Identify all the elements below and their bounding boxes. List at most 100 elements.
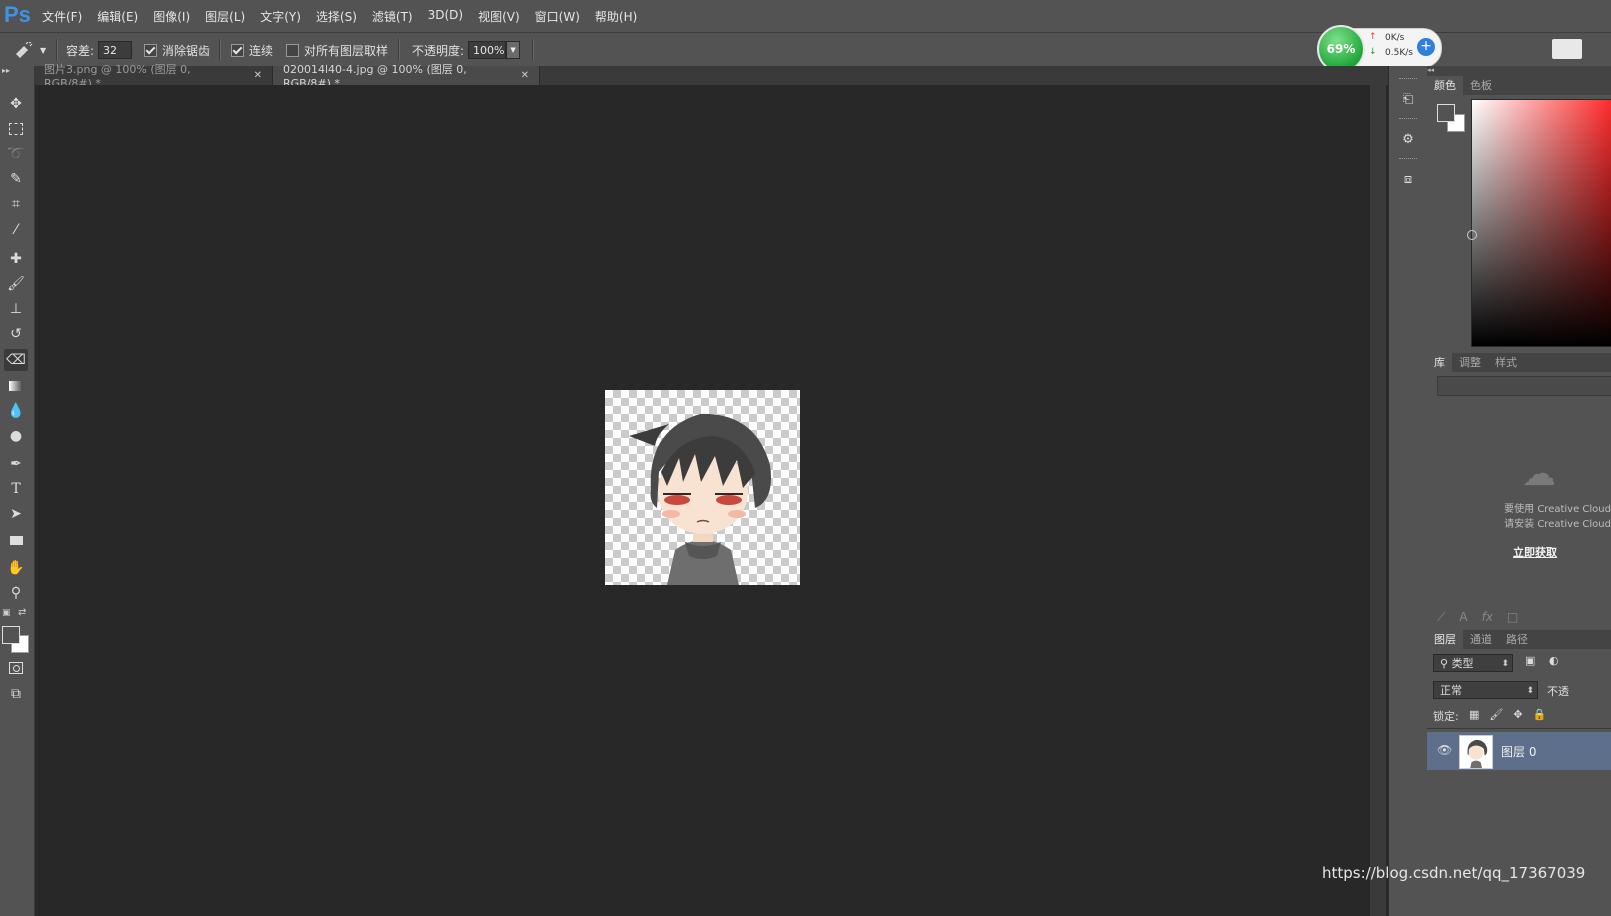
menu-items: 文件(F) 编辑(E) 图像(I) 图层(L) 文字(Y) 选择(S) 滤镜(T… — [42, 8, 652, 25]
sample-all-label: 对所有图层取样 — [304, 43, 389, 58]
add-icon[interactable]: + — [1417, 38, 1435, 56]
menu-type[interactable]: 文字(Y) — [260, 8, 301, 25]
download-arrow-icon: ↓ — [1369, 47, 1377, 57]
lock-position-icon[interactable]: ✥ — [1513, 708, 1522, 721]
blend-mode-dropdown[interactable]: 正常 — [1433, 681, 1538, 700]
quick-mask-icon[interactable] — [4, 657, 28, 679]
document-canvas[interactable] — [605, 390, 800, 585]
eye-icon[interactable]: 👁 — [1437, 743, 1452, 757]
adjustment-filter-icon[interactable]: ◐ — [1549, 654, 1559, 667]
lasso-tool-icon[interactable]: ➰ — [4, 143, 28, 165]
default-colors-icon[interactable]: ▣ — [2, 608, 11, 618]
watermark-url: https://blog.csdn.net/qq_17367039 — [1322, 864, 1586, 882]
get-creative-cloud-link[interactable]: 立即获取 — [1513, 544, 1557, 560]
menu-layer[interactable]: 图层(L) — [205, 8, 245, 25]
crop-tool-icon[interactable]: ⌗ — [4, 193, 28, 215]
tolerance-label: 容差: — [66, 43, 95, 58]
lock-label: 锁定: — [1433, 710, 1459, 723]
opacity-input[interactable]: 100% — [468, 41, 507, 59]
image-filter-icon[interactable]: ▣ — [1525, 654, 1535, 667]
antialias-check-box[interactable] — [144, 43, 157, 57]
contiguous-check-box[interactable] — [231, 43, 244, 57]
eraser-tool-icon[interactable]: ⌫ — [4, 349, 28, 371]
collapse-arrows-icon[interactable]: ◂◂ — [1427, 66, 1611, 76]
pen-tool-icon[interactable]: ✒ — [4, 453, 28, 475]
library-dropdown[interactable] — [1437, 376, 1611, 396]
hand-tool-icon[interactable]: ✋ — [4, 557, 28, 579]
tab-styles[interactable]: 样式 — [1488, 353, 1524, 372]
menu-image[interactable]: 图像(I) — [153, 8, 190, 25]
chevron-down-icon: ▼ — [40, 45, 47, 55]
color-picker-field[interactable] — [1467, 99, 1611, 347]
path-selection-tool-icon[interactable]: ➤ — [4, 503, 28, 525]
menu-view[interactable]: 视图(V) — [478, 8, 520, 25]
layer-thumbnail-image — [1460, 736, 1492, 768]
foreground-color-swatch[interactable] — [1437, 104, 1455, 122]
tab-channels[interactable]: 通道 — [1463, 630, 1499, 649]
dodge-tool-icon[interactable]: ● — [4, 425, 28, 447]
opacity-dropdown-button[interactable]: ▼ — [506, 41, 521, 59]
sample-all-check-box[interactable] — [286, 43, 299, 57]
workspace-switcher[interactable] — [1552, 39, 1582, 59]
menu-edit[interactable]: 编辑(E) — [97, 8, 138, 25]
close-icon[interactable]: ✕ — [521, 70, 529, 81]
square-icon[interactable]: □ — [1507, 610, 1518, 625]
history-panel-icon[interactable]: ⎗ — [1397, 88, 1419, 110]
menu-select[interactable]: 选择(S) — [316, 8, 357, 25]
clone-stamp-tool-icon[interactable]: ⊥ — [4, 298, 28, 320]
tab-color[interactable]: 颜色 — [1427, 76, 1463, 95]
tool-preset-picker[interactable]: ▼ — [14, 33, 46, 67]
tab-swatches[interactable]: 色板 — [1463, 76, 1499, 95]
menu-filter[interactable]: 滤镜(T) — [372, 8, 413, 25]
grip — [1399, 158, 1417, 161]
zoom-tool-icon[interactable]: ⚲ — [4, 582, 28, 604]
canvas-area[interactable] — [35, 85, 1388, 916]
marquee-tool-icon[interactable] — [4, 118, 28, 140]
foreground-color-swatch[interactable] — [2, 626, 20, 644]
color-picker-cursor[interactable] — [1467, 230, 1477, 240]
collapse-arrows-icon[interactable]: ▸▸ — [2, 66, 10, 75]
tolerance-input[interactable]: 32 — [98, 41, 133, 59]
vertical-scrollbar[interactable] — [1370, 85, 1386, 916]
lock-image-pixels-icon[interactable]: 🖌 — [1489, 708, 1503, 721]
close-icon[interactable]: ✕ — [254, 70, 262, 81]
menu-file[interactable]: 文件(F) — [42, 8, 82, 25]
lock-all-icon[interactable]: 🔒 — [1533, 708, 1547, 721]
tab-layers[interactable]: 图层 — [1427, 630, 1463, 649]
rectangle-tool-icon[interactable] — [4, 529, 28, 551]
swap-colors-icon[interactable]: ⇄ — [18, 607, 26, 618]
antialias-label: 消除锯齿 — [162, 43, 211, 58]
properties-panel-icon[interactable]: ⚙ — [1397, 128, 1419, 150]
menu-window[interactable]: 窗口(W) — [535, 8, 580, 25]
collapsed-panel-strip: ⎗ ⚙ ⧈ — [1388, 66, 1428, 916]
layer-row[interactable]: 👁 图层 0 — [1427, 732, 1611, 770]
fx-icon[interactable]: fx — [1482, 610, 1493, 625]
screen-mode-icon[interactable]: ⧉ — [4, 683, 28, 705]
network-speed-widget[interactable]: 69% ↑ ↓ 0K/s 0.5K/s + — [1317, 25, 1442, 73]
grip — [1399, 118, 1417, 121]
layer-name[interactable]: 图层 0 — [1501, 743, 1536, 760]
tab-library[interactable]: 库 — [1427, 353, 1452, 372]
divider — [219, 39, 221, 61]
eyedropper-tool-icon[interactable]: ⁄ — [4, 219, 28, 241]
history-brush-tool-icon[interactable]: ↺ — [4, 323, 28, 345]
paint-icon[interactable]: ⟋ — [1437, 610, 1445, 625]
blur-tool-icon[interactable]: 💧 — [4, 400, 28, 422]
move-tool-icon[interactable]: ✥ — [4, 93, 28, 115]
clone-source-panel-icon[interactable]: ⧈ — [1397, 168, 1419, 190]
menu-3d[interactable]: 3D(D) — [428, 8, 463, 25]
brush-tool-icon[interactable]: 🖌 — [4, 273, 28, 295]
lock-transparent-pixels-icon[interactable]: ▦ — [1469, 708, 1479, 721]
healing-brush-tool-icon[interactable]: ✚ — [4, 248, 28, 270]
text-style-icon[interactable]: A — [1459, 610, 1467, 625]
quick-selection-tool-icon[interactable]: ✎ — [4, 168, 28, 190]
tab-adjustments[interactable]: 调整 — [1452, 353, 1488, 372]
magic-eraser-icon — [16, 42, 33, 58]
gradient-tool-icon[interactable] — [4, 375, 28, 397]
document-tab[interactable]: 图片3.png @ 100% (图层 0, RGB/8#) * ✕ — [34, 63, 272, 90]
document-tab-active[interactable]: 020014l40-4.jpg @ 100% (图层 0, RGB/8#) * … — [272, 63, 540, 90]
type-tool-icon[interactable]: T — [4, 478, 28, 500]
tab-paths[interactable]: 路径 — [1499, 630, 1535, 649]
layer-filter-dropdown[interactable]: ⚲ 类型 — [1433, 654, 1513, 673]
menu-help[interactable]: 帮助(H) — [595, 8, 637, 25]
